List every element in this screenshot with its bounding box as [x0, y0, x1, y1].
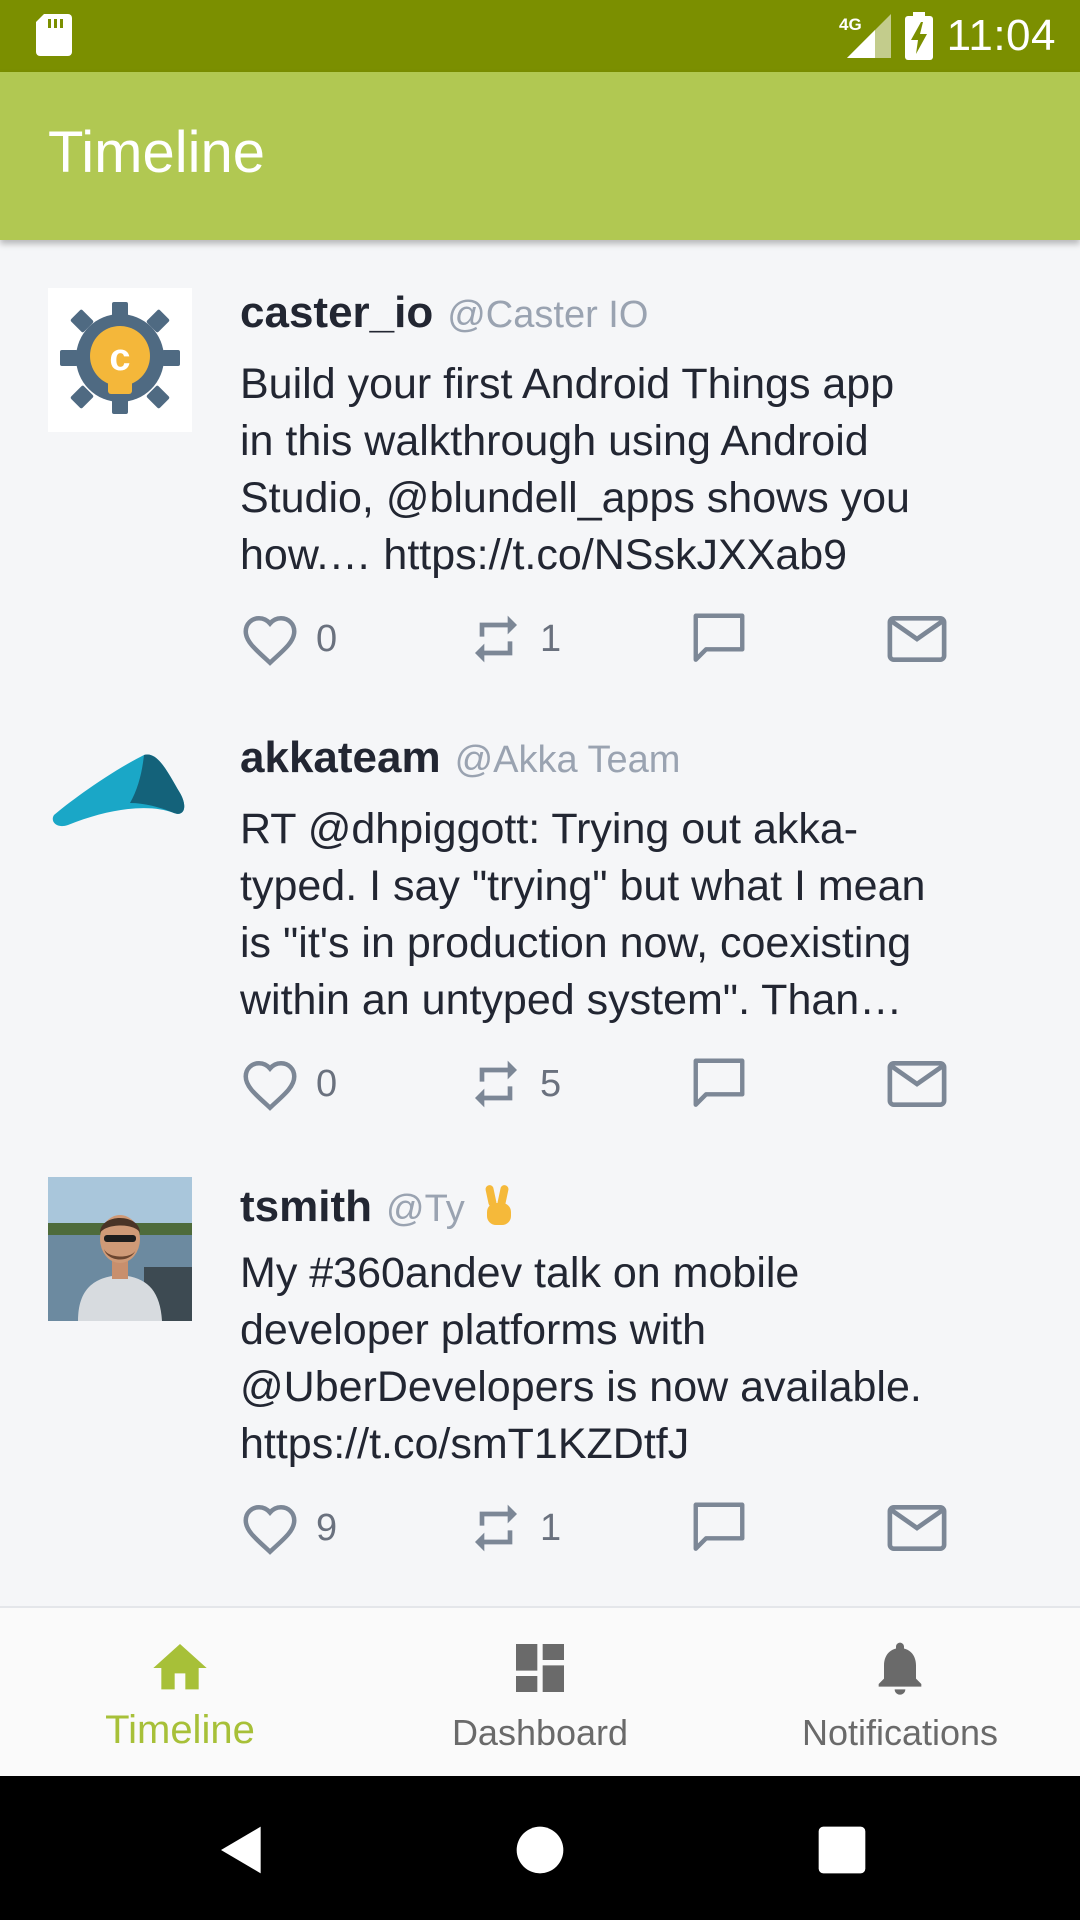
- tweet-item[interactable]: c caster_io @Caster IO Build your first …: [0, 288, 1080, 734]
- tweet-actions: 0 5: [240, 1049, 1030, 1119]
- heart-icon: [243, 1060, 297, 1111]
- home-icon: [153, 1644, 207, 1690]
- retweet-button[interactable]: 5: [468, 1049, 561, 1119]
- tweet-item[interactable]: tsmith @Ty My #360andev talk on mobile d…: [0, 1177, 1080, 1606]
- dashboard-icon: [516, 1644, 564, 1692]
- status-bar: 4G 11:04: [0, 0, 1080, 72]
- comment-icon: [693, 1502, 745, 1551]
- reply-button[interactable]: [688, 1049, 750, 1119]
- tweet-header: akkateam @Akka Team: [240, 733, 1030, 793]
- direct-message-button[interactable]: [886, 604, 948, 674]
- like-count: 9: [316, 1506, 338, 1549]
- recents-icon[interactable]: [814, 1822, 870, 1878]
- like-button[interactable]: 0: [240, 604, 337, 674]
- like-button[interactable]: 9: [240, 1493, 337, 1563]
- system-navigation-bar: [0, 1776, 1080, 1920]
- caster-io-logo-icon: c: [48, 288, 192, 432]
- timeline-feed[interactable]: c caster_io @Caster IO Build your first …: [0, 240, 1080, 1606]
- tweet-text: RT @dhpiggott: Trying out akka- typed. I…: [240, 805, 926, 1024]
- nav-label-timeline: Timeline: [105, 1708, 255, 1752]
- tweet-item[interactable]: akkateam @Akka Team RT @dhpiggott: Tryin…: [0, 733, 1080, 1179]
- tweet-username[interactable]: tsmith: [240, 1182, 372, 1232]
- tweet-text: Build your first Android Things app in t…: [240, 360, 910, 579]
- cell-signal-4g-icon: 4G: [839, 14, 891, 58]
- app-bar: Timeline: [0, 72, 1080, 240]
- tweet-text: My #360andev talk on mobile developer pl…: [240, 1249, 922, 1468]
- nav-item-notifications[interactable]: Notifications: [720, 1608, 1080, 1778]
- nav-label-notifications: Notifications: [801, 1712, 999, 1753]
- retweet-icon: [475, 1060, 517, 1108]
- heart-icon: [243, 1504, 297, 1555]
- mail-icon: [887, 1061, 947, 1107]
- avatar[interactable]: c: [48, 288, 192, 432]
- tweet-username[interactable]: caster_io: [240, 288, 433, 338]
- retweet-icon: [475, 1504, 517, 1552]
- retweet-button[interactable]: 1: [468, 604, 561, 674]
- tweet-body: caster_io @Caster IO Build your first An…: [240, 288, 1030, 674]
- avatar[interactable]: [48, 733, 192, 877]
- like-button[interactable]: 0: [240, 1049, 337, 1119]
- tweet-handle: @Akka Team: [454, 739, 681, 781]
- bottom-navigation: Timeline Dashboard Notifications: [0, 1606, 1080, 1778]
- mail-icon: [887, 1505, 947, 1551]
- nav-item-dashboard[interactable]: Dashboard: [360, 1608, 720, 1778]
- tweet-handle: @Caster IO: [447, 294, 649, 336]
- nav-label-dashboard: Dashboard: [451, 1712, 629, 1753]
- retweet-count: 1: [540, 1506, 562, 1549]
- status-time: 11:04: [946, 11, 1056, 60]
- comment-icon: [693, 613, 745, 662]
- comment-icon: [693, 1058, 745, 1107]
- home-circle-icon[interactable]: [512, 1822, 568, 1878]
- nav-item-timeline[interactable]: Timeline: [0, 1608, 360, 1778]
- akka-logo-icon: [52, 754, 185, 827]
- tweet-handle: @Ty: [386, 1188, 465, 1230]
- page-title: Timeline: [48, 120, 266, 185]
- avatar[interactable]: [48, 1177, 192, 1321]
- direct-message-button[interactable]: [886, 1049, 948, 1119]
- retweet-button[interactable]: 1: [468, 1493, 561, 1563]
- retweet-count: 5: [540, 1062, 562, 1105]
- profile-photo: [48, 1177, 192, 1321]
- retweet-icon: [475, 615, 517, 663]
- sd-card-icon: [36, 14, 72, 56]
- tweet-username[interactable]: akkateam: [240, 733, 441, 783]
- tweet-header: caster_io @Caster IO: [240, 288, 1030, 348]
- back-icon[interactable]: [214, 1822, 270, 1878]
- tweet-body: akkateam @Akka Team RT @dhpiggott: Tryin…: [240, 733, 1030, 1119]
- like-count: 0: [316, 1062, 338, 1105]
- bell-icon: [878, 1642, 922, 1695]
- tweet-actions: 0 1: [240, 604, 1030, 674]
- tweet-header: tsmith @Ty: [240, 1177, 1030, 1237]
- retweet-count: 1: [540, 617, 562, 660]
- direct-message-button[interactable]: [886, 1493, 948, 1563]
- reply-button[interactable]: [688, 604, 750, 674]
- heart-icon: [243, 615, 297, 666]
- tweet-actions: 9 1: [240, 1493, 1030, 1563]
- reply-button[interactable]: [688, 1493, 750, 1563]
- network-type-label: 4G: [839, 15, 862, 34]
- tweet-body: tsmith @Ty My #360andev talk on mobile d…: [240, 1177, 1030, 1563]
- mail-icon: [887, 616, 947, 662]
- victory-hand-emoji-icon: [485, 1185, 511, 1225]
- battery-charging-icon: [904, 12, 933, 60]
- svg-text:c: c: [109, 337, 130, 379]
- like-count: 0: [316, 617, 338, 660]
